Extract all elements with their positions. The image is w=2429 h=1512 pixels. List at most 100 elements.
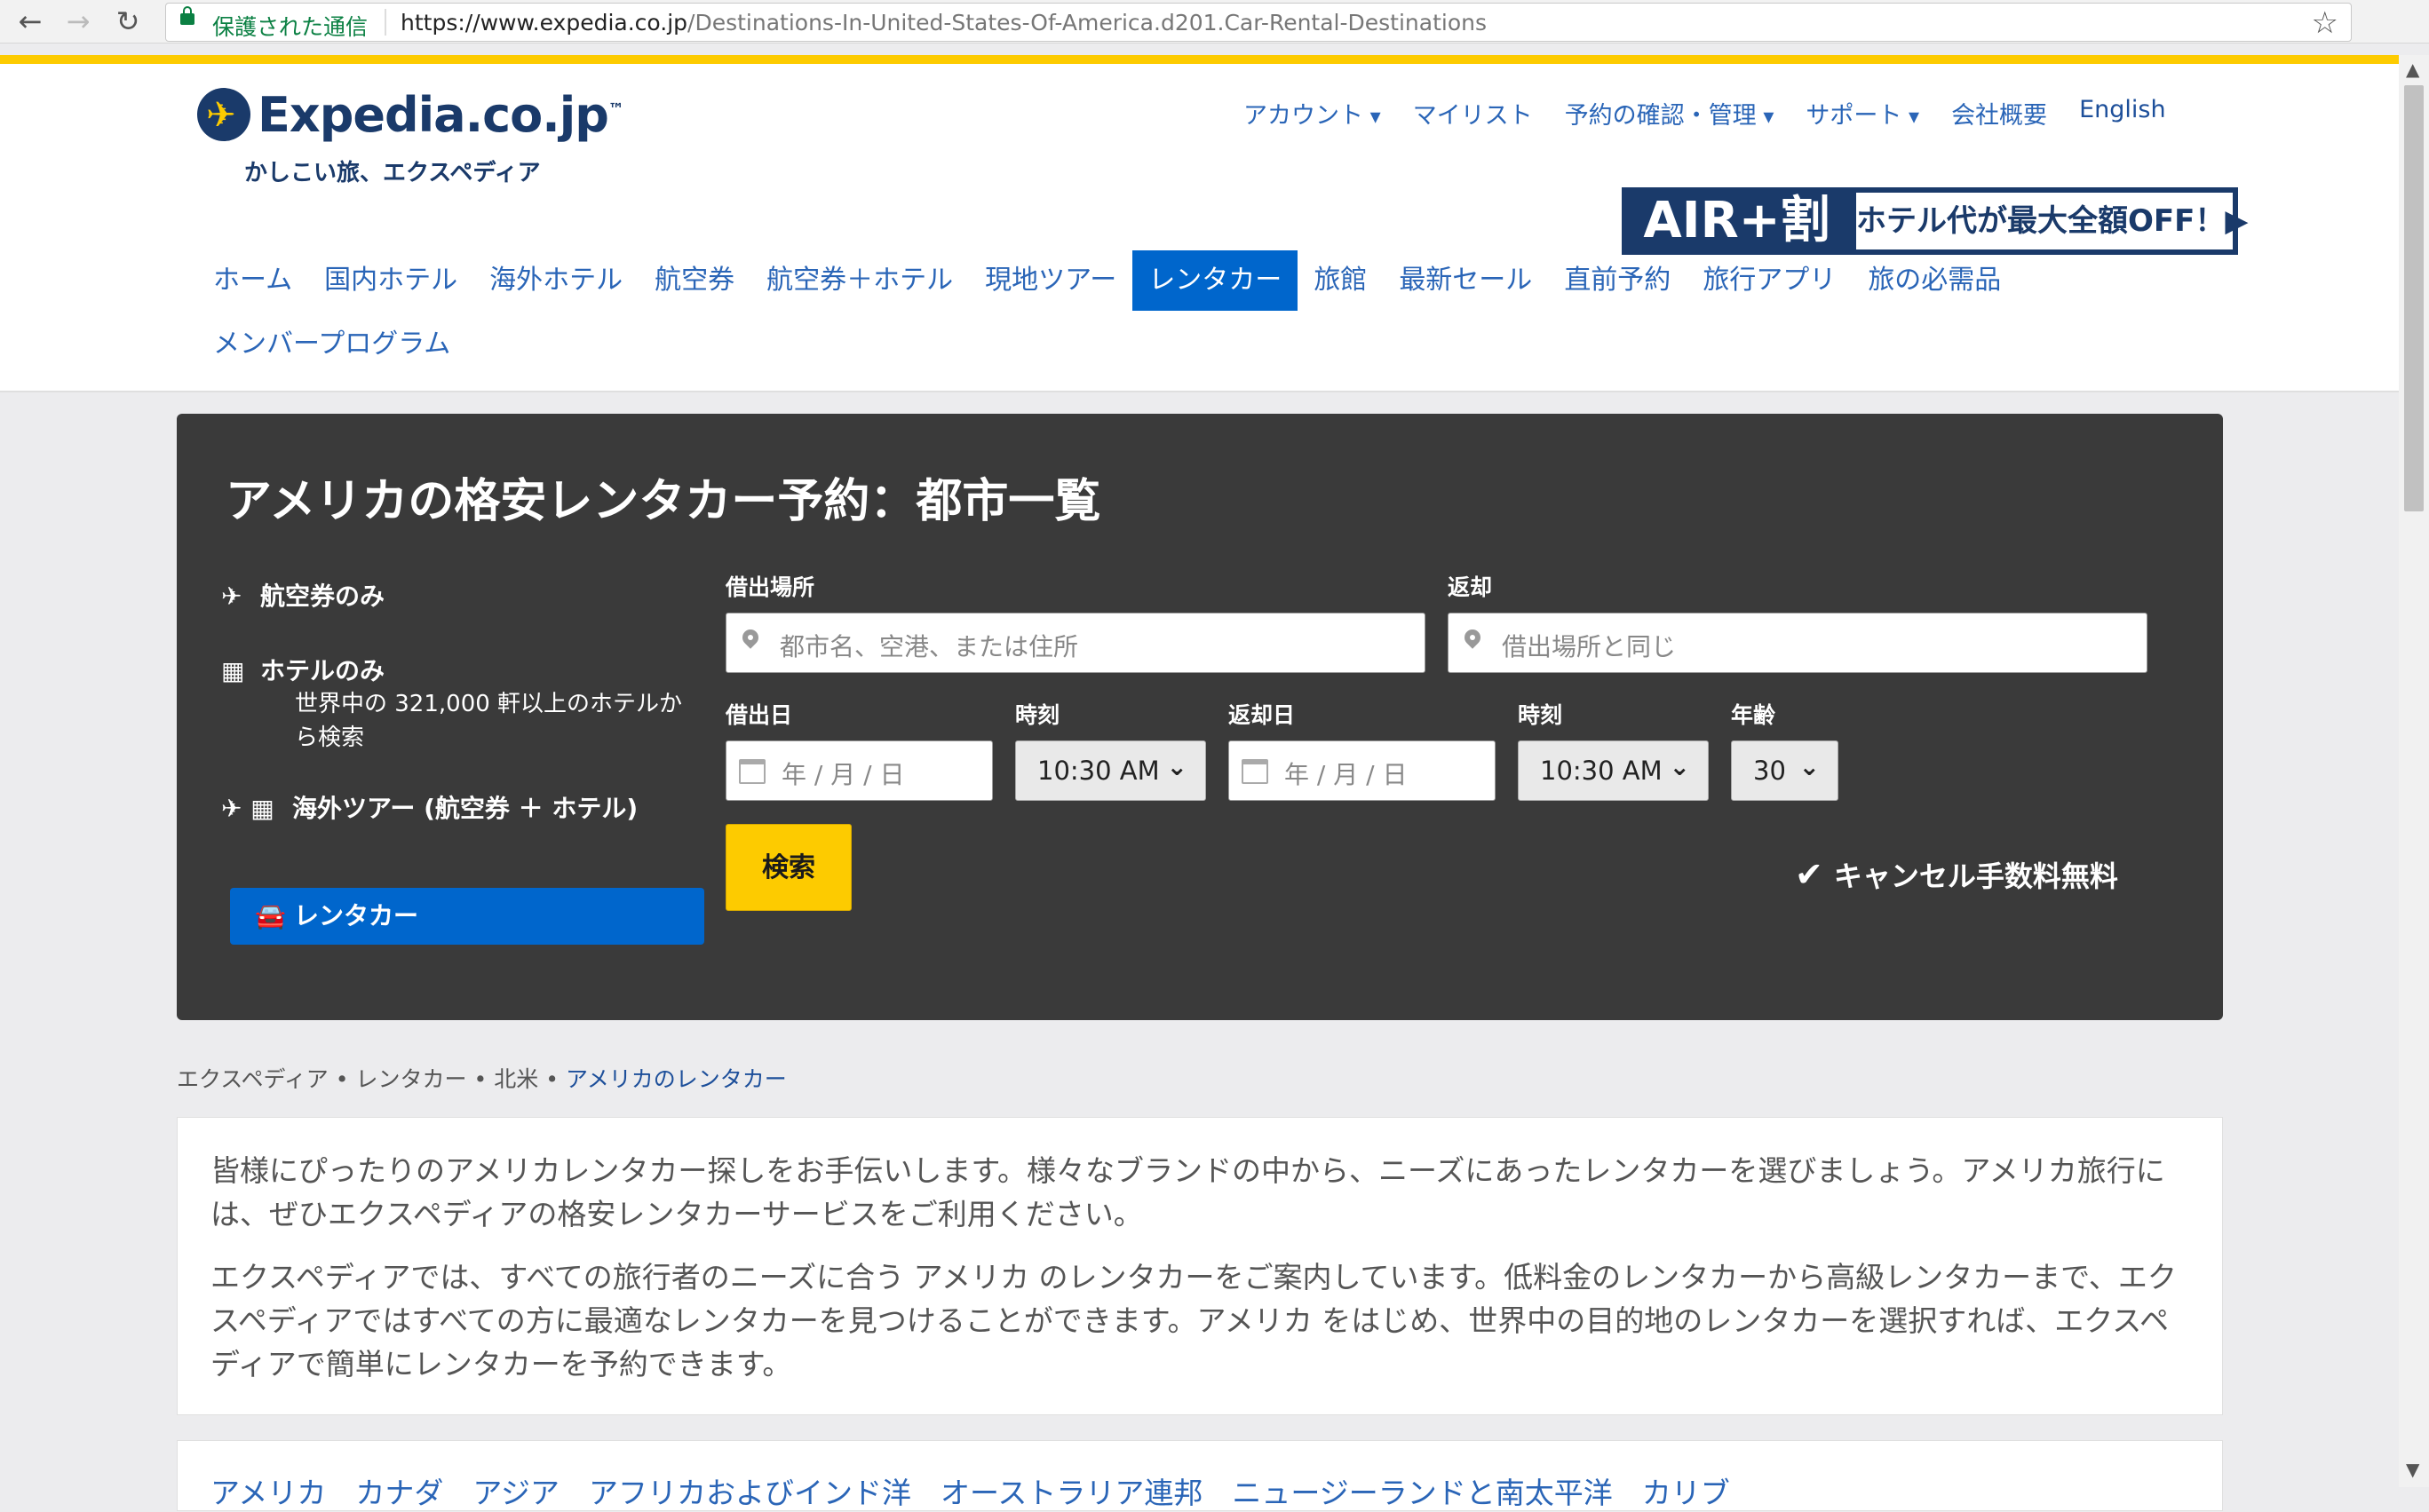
age-label: 年齢 (1731, 702, 1776, 728)
pickup-time-label: 時刻 (1015, 702, 1060, 728)
url-separator (385, 9, 386, 36)
booking-manage-menu[interactable]: 予約の確認・管理 (1565, 96, 1774, 131)
utility-nav: アカウント マイリスト 予約の確認・管理 サポート 会社概要 English (1243, 96, 2166, 131)
bookmark-star-icon[interactable]: ☆ (2312, 5, 2338, 41)
nav-essentials[interactable]: 旅の必需品 (1852, 250, 2017, 311)
breadcrumb-car-rental[interactable]: レンタカー (356, 1066, 467, 1092)
pickup-date-input[interactable]: 年 / 月 / 日 (726, 740, 993, 801)
breadcrumb-current[interactable]: アメリカのレンタカー (566, 1066, 787, 1092)
scroll-down-icon[interactable]: ▼ (2406, 1459, 2419, 1480)
nav-car-rental[interactable]: レンタカー (1132, 250, 1298, 311)
intro-paragraph-2: エクスペディアでは、すべての旅行者のニーズに合う アメリカ のレンタカーをご案内… (210, 1260, 2177, 1381)
main-nav: ホーム 国内ホテル 海外ホテル 航空券 航空券＋ホテル 現地ツアー レンタカー 旅館 最新セール… (197, 250, 2071, 378)
dropoff-location-placeholder: 借出場所と同じ (1502, 632, 1677, 661)
nav-domestic-hotel[interactable]: 国内ホテル (308, 250, 473, 311)
side-tab-package-label: 海外ツアー (航空券 ＋ ホテル) (292, 794, 639, 823)
brand-accent-bar (0, 55, 2399, 64)
logo-wordmark: Expedia.co.jp (258, 87, 609, 143)
url-path: /Destinations-In-United-States-Of-Americ… (687, 10, 1487, 36)
calendar-icon (1242, 759, 1268, 784)
browser-toolbar: ← → ↻ 保護された通信 https://www.expedia.co.jp/… (0, 0, 2429, 44)
english-link[interactable]: English (2079, 96, 2166, 131)
dropoff-location-input[interactable]: 借出場所と同じ (1448, 613, 2147, 673)
pickup-date-label: 借出日 (726, 702, 793, 728)
nav-home[interactable]: ホーム (197, 250, 308, 311)
chevron-down-icon: ⌄ (1166, 752, 1187, 781)
pickup-location-label: 借出場所 (726, 574, 815, 600)
search-button[interactable]: 検索 (726, 824, 852, 911)
logo-tagline: かしこい旅、エクスペディア (244, 160, 541, 186)
breadcrumb-north-america[interactable]: 北米 (494, 1066, 538, 1092)
chevron-down-icon: ⌄ (1798, 752, 1820, 781)
return-date-input[interactable]: 年 / 月 / 日 (1228, 740, 1496, 801)
breadcrumb-separator: • (335, 1066, 349, 1092)
dropoff-location-label: 返却 (1448, 574, 1493, 600)
pickup-location-input[interactable]: 都市名、空港、または住所 (726, 613, 1425, 673)
nav-local-tours[interactable]: 現地ツアー (969, 250, 1132, 311)
mylist-link[interactable]: マイリスト (1413, 96, 1533, 131)
secure-label: 保護された通信 (212, 14, 369, 40)
lock-icon (180, 6, 194, 25)
promo-title: AIR+割 (1643, 192, 1830, 249)
nav-ryokan[interactable]: 旅館 (1298, 250, 1383, 311)
address-bar[interactable]: 保護された通信 https://www.expedia.co.jp/Destin… (165, 3, 2352, 42)
breadcrumb-expedia[interactable]: エクスペディア (177, 1066, 329, 1092)
logo-plane-icon: ✈ (206, 95, 236, 136)
url-host: https://www.expedia.co.jp (401, 10, 688, 36)
plane-building-icon: ✈ ▦ (221, 794, 274, 823)
page-title: アメリカの格安レンタカー予約：都市一覧 (226, 475, 1101, 528)
reload-icon[interactable]: ↻ (110, 4, 146, 39)
side-tab-car-label: レンタカー (294, 901, 419, 930)
url-text[interactable]: https://www.expedia.co.jp/Destinations-I… (401, 10, 1487, 36)
side-tab-hotel-label: ホテルのみ (260, 656, 385, 685)
forward-icon[interactable]: → (60, 4, 96, 39)
support-menu[interactable]: サポート (1806, 96, 1919, 131)
calendar-icon (739, 759, 766, 784)
nav-sale[interactable]: 最新セール (1383, 250, 1548, 311)
company-link[interactable]: 会社概要 (1951, 96, 2047, 131)
side-tab-flight-label: 航空券のみ (260, 582, 385, 611)
scroll-thumb[interactable] (2404, 85, 2424, 511)
nav-flight-hotel[interactable]: 航空券＋ホテル (750, 250, 969, 311)
intro-paragraph-1: 皆様にぴったりのアメリカレンタカー探しをお手伝いします。様々なブランドの中から、… (210, 1153, 2165, 1231)
side-tab-hotel[interactable]: ▦ ホテルのみ (221, 652, 385, 687)
site-header: ✈ Expedia.co.jp™ かしこい旅、エクスペディア アカウント マイリ… (0, 64, 2399, 392)
pickup-time-select[interactable]: 10:30 AM ⌄ (1015, 740, 1206, 801)
nav-last-minute[interactable]: 直前予約 (1548, 250, 1687, 311)
scroll-up-icon[interactable]: ▲ (2406, 59, 2419, 80)
account-menu[interactable]: アカウント (1243, 96, 1381, 131)
pickup-location-placeholder: 都市名、空港、または住所 (780, 632, 1079, 661)
pickup-time-value: 10:30 AM (1037, 756, 1160, 786)
logo-trademark: ™ (607, 100, 624, 119)
return-time-select[interactable]: 10:30 AM ⌄ (1518, 740, 1709, 801)
nav-overseas-hotel[interactable]: 海外ホテル (473, 250, 639, 311)
return-date-label: 返却日 (1228, 702, 1296, 728)
nav-member-program[interactable]: メンバープログラム (197, 314, 466, 375)
car-search-panel: アメリカの格安レンタカー予約：都市一覧 ✈ 航空券のみ ▦ ホテルのみ 世界中の 3… (177, 414, 2223, 1020)
breadcrumb-separator: • (545, 1066, 560, 1092)
air-plus-promo-banner[interactable]: AIR+割 ホテル代が最大全額OFF！▶ (1622, 187, 2249, 255)
location-pin-icon (1461, 626, 1484, 649)
back-icon[interactable]: ← (12, 4, 48, 39)
nav-flights[interactable]: 航空券 (639, 250, 750, 311)
pickup-date-placeholder: 年 / 月 / 日 (782, 760, 905, 789)
page-scrollbar[interactable]: ▲ ▼ (2399, 55, 2429, 1487)
side-tab-flight[interactable]: ✈ 航空券のみ (221, 577, 385, 613)
region-tabs[interactable]: アメリカ カナダ アジア アフリカおよびインド洋 オーストラリア連邦 ニュージー… (210, 1469, 1730, 1512)
hotel-tab-description: 世界中の 321,000 軒以上のホテルから検索 (295, 691, 683, 751)
free-cancellation-text: キャンセル手数料無料 (1833, 859, 2118, 893)
building-icon: ▦ (221, 656, 245, 685)
nav-travel-app[interactable]: 旅行アプリ (1687, 250, 1852, 311)
breadcrumb-separator: • (473, 1066, 488, 1092)
location-pin-icon (739, 626, 762, 649)
side-tab-package[interactable]: ✈ ▦ 海外ツアー (航空券 ＋ ホテル) (221, 790, 701, 827)
age-value: 30 (1753, 756, 1786, 786)
age-select[interactable]: 30 ⌄ (1731, 740, 1838, 801)
site-logo[interactable]: Expedia.co.jp™ (258, 87, 624, 143)
breadcrumb: エクスペディア • レンタカー • 北米 • アメリカのレンタカー (177, 1062, 787, 1094)
side-tab-car[interactable]: 🚘 レンタカー (230, 888, 704, 945)
chevron-down-icon: ⌄ (1669, 752, 1690, 781)
return-time-label: 時刻 (1518, 702, 1563, 728)
return-time-value: 10:30 AM (1540, 756, 1663, 786)
car-icon: 🚘 (255, 901, 286, 930)
